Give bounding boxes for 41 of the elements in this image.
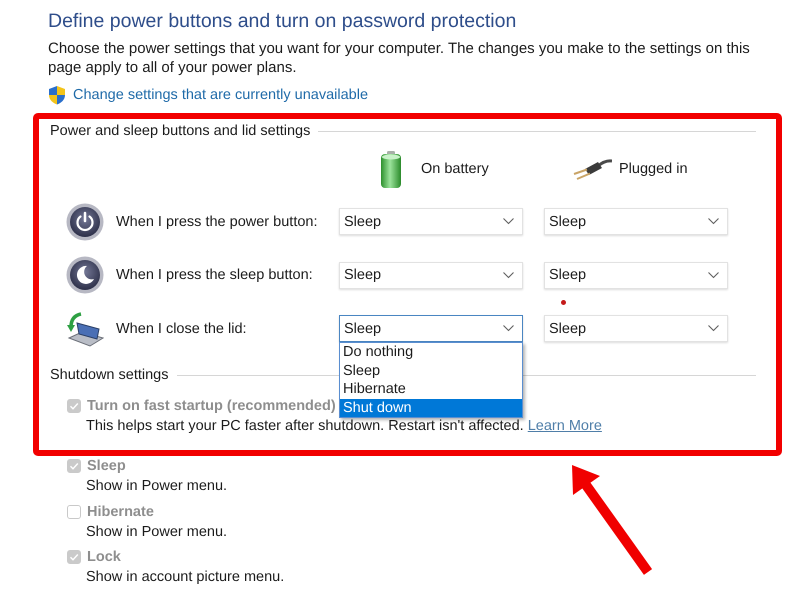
dropdown[interactable]: Sleep bbox=[544, 208, 728, 235]
dot-icon bbox=[561, 300, 566, 305]
dropdown-option[interactable]: Shut down bbox=[340, 398, 522, 417]
dropdown[interactable]: Sleep bbox=[339, 208, 523, 235]
power-icon bbox=[66, 202, 104, 240]
change-settings-link[interactable]: Change settings that are currently unavailable bbox=[73, 85, 368, 105]
laptop-icon bbox=[66, 310, 104, 348]
dropdown[interactable]: Sleep bbox=[544, 262, 728, 288]
checkbox-label: Sleep bbox=[87, 458, 126, 474]
checkbox-label: Turn on fast startup (recommended) bbox=[87, 398, 336, 414]
setting-label: When I press the sleep button: bbox=[115, 267, 314, 283]
dropdown-option[interactable]: Sleep bbox=[340, 362, 522, 380]
section-heading: Shutdown settings bbox=[50, 366, 168, 385]
option-description: This helps start your PC faster after shutdown. Restart isn't affected. Learn More bbox=[85, 417, 603, 436]
dropdown-option[interactable]: Hibernate bbox=[340, 380, 522, 398]
setting-label: When I close the lid: bbox=[115, 320, 248, 336]
page-title: Define power buttons and turn on password protection bbox=[48, 9, 518, 34]
column-heading: On battery bbox=[421, 161, 489, 177]
section-heading: Power and sleep buttons and lid settings bbox=[50, 122, 310, 141]
checkbox-label: Hibernate bbox=[87, 504, 154, 520]
checkbox-label: Lock bbox=[87, 549, 121, 565]
chevron-down-icon bbox=[503, 325, 514, 332]
chevron-down-icon bbox=[503, 272, 514, 278]
chevron-down-icon bbox=[708, 272, 719, 278]
plug-icon bbox=[572, 157, 612, 181]
dropdown[interactable]: Sleep bbox=[339, 315, 523, 342]
moon-icon bbox=[66, 256, 104, 294]
chevron-down-icon bbox=[708, 218, 719, 225]
option-description: Show in account picture menu. bbox=[85, 568, 286, 587]
option-description: Show in Power menu. bbox=[85, 522, 228, 542]
shield-icon bbox=[47, 85, 67, 105]
chevron-down-icon bbox=[503, 218, 514, 225]
column-heading: Plugged in bbox=[619, 161, 688, 177]
dropdown-option[interactable]: Do nothing bbox=[340, 343, 522, 362]
battery-icon bbox=[380, 150, 402, 188]
page-description: Choose the power settings that you want for your computer. The changes you make to the settings on this page apply to all of your power plans. bbox=[48, 39, 751, 77]
setting-label: When I press the power button: bbox=[115, 214, 318, 230]
chevron-down-icon bbox=[708, 325, 719, 332]
option-description: Show in Power menu. bbox=[85, 477, 228, 496]
dropdown[interactable]: Sleep bbox=[339, 262, 523, 288]
dropdown[interactable]: Sleep bbox=[544, 315, 728, 342]
